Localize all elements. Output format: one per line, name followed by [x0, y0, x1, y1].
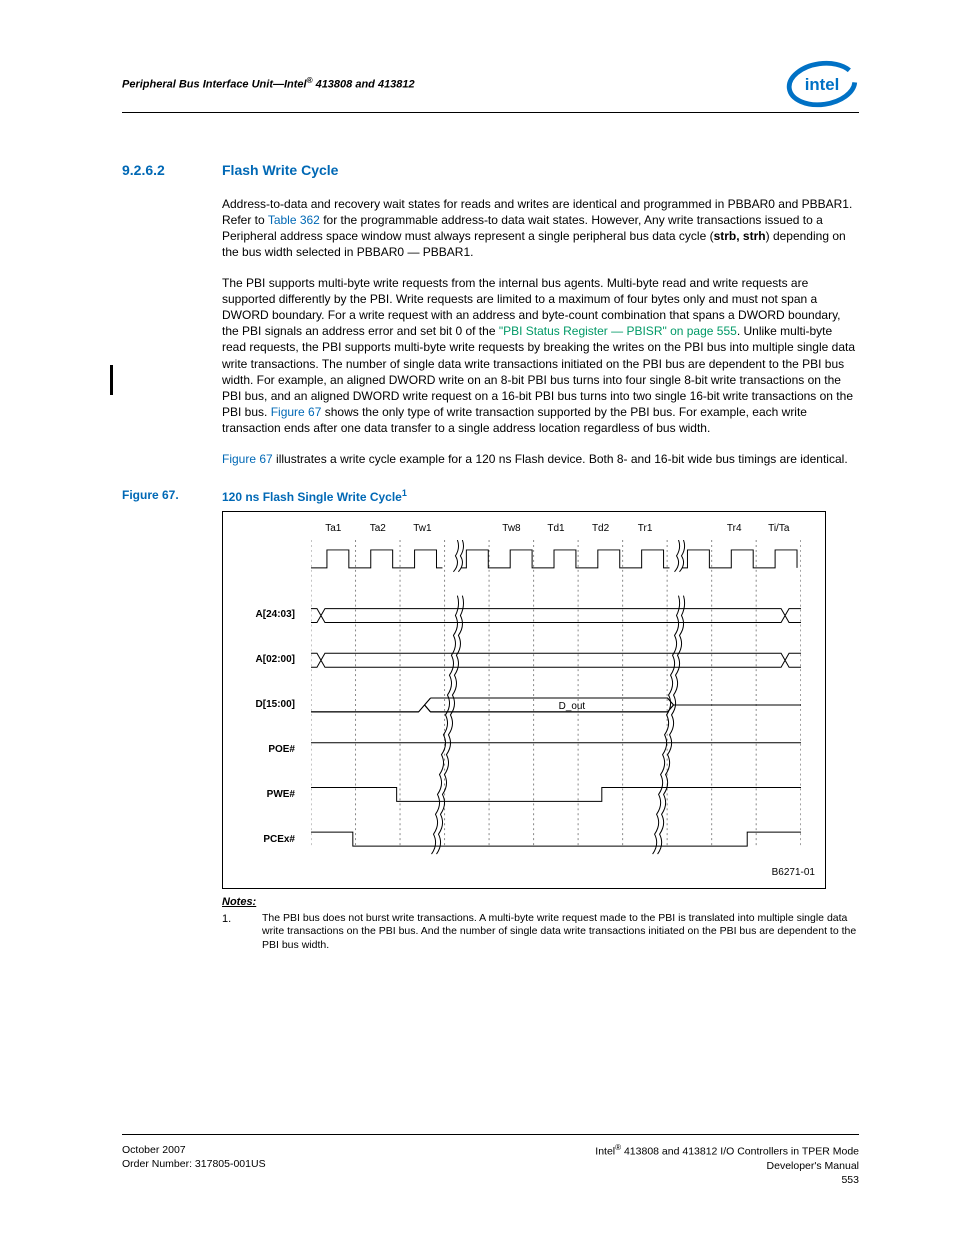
dout-label: D_out [559, 701, 586, 712]
footer-title: Intel® 413808 and 413812 I/O Controllers… [595, 1143, 859, 1159]
sig-a02-00: A[02:00] [256, 653, 295, 667]
footer-left: October 2007 Order Number: 317805-001US [122, 1143, 266, 1187]
sig-poe: POE# [268, 743, 295, 757]
footer-page-num: 553 [595, 1173, 859, 1187]
tcol: Tw8 [489, 522, 534, 536]
waveforms: D_out [311, 540, 801, 860]
sig-a24-03: A[24:03] [256, 608, 295, 622]
change-bar [110, 365, 113, 395]
paragraph-3: Figure 67 illustrates a write cycle exam… [222, 451, 859, 467]
body-column: Address-to-data and recovery wait states… [222, 196, 859, 467]
footer-date: October 2007 [122, 1143, 266, 1157]
footer-order: Order Number: 317805-001US [122, 1157, 266, 1171]
svg-text:intel: intel [805, 75, 840, 94]
link-figure-67-b[interactable]: Figure 67 [222, 452, 273, 466]
tcol: Tr4 [712, 522, 757, 536]
sig-d15-00: D[15:00] [256, 698, 295, 712]
tcol: Tw1 [400, 522, 445, 536]
note-1-text: The PBI bus does not burst write transac… [262, 912, 859, 953]
tcol [445, 522, 490, 536]
running-head-post: 413808 and 413812 [313, 78, 415, 90]
tcol: Ta1 [311, 522, 356, 536]
tcol: Ta2 [356, 522, 401, 536]
timing-diagram: Ta1 Ta2 Tw1 Tw8 Td1 Td2 Tr1 Tr4 Ti/Ta A[… [222, 511, 826, 889]
figure-label: Figure 67. [122, 487, 222, 505]
figure-body: Ta1 Ta2 Tw1 Tw8 Td1 Td2 Tr1 Tr4 Ti/Ta A[… [222, 511, 859, 889]
diagram-id: B6271-01 [772, 866, 815, 880]
note-1: 1. The PBI bus does not burst write tran… [222, 912, 859, 953]
intel-logo: intel [785, 60, 859, 108]
running-head-pre: Peripheral Bus Interface Unit—Intel [122, 78, 307, 90]
tcol: Td2 [578, 522, 623, 536]
header-rule [122, 112, 859, 113]
link-table-362[interactable]: Table 362 [268, 213, 320, 227]
tcol: Ti/Ta [756, 522, 801, 536]
link-figure-67-a[interactable]: Figure 67 [271, 405, 322, 419]
paragraph-1: Address-to-data and recovery wait states… [222, 196, 859, 261]
sig-pcex: PCEx# [263, 833, 295, 847]
figure-title: 120 ns Flash Single Write Cycle1 [222, 487, 407, 505]
strb-strh: strb, strh [714, 229, 766, 243]
figure-caption: Figure 67. 120 ns Flash Single Write Cyc… [122, 487, 859, 505]
footer-manual: Developer's Manual [595, 1159, 859, 1173]
sig-pwe: PWE# [267, 788, 295, 802]
signal-labels: A[24:03] A[02:00] D[15:00] POE# PWE# PCE… [223, 540, 301, 888]
section-title: Flash Write Cycle [222, 161, 338, 180]
footer-right: Intel® 413808 and 413812 I/O Controllers… [595, 1143, 859, 1187]
paragraph-2: The PBI supports multi-byte write reques… [222, 275, 859, 437]
link-pbisr[interactable]: "PBI Status Register — PBISR" on page 55… [499, 324, 737, 338]
note-1-num: 1. [222, 912, 262, 953]
running-head: Peripheral Bus Interface Unit—Intel® 413… [122, 76, 415, 93]
section-number: 9.2.6.2 [122, 161, 222, 180]
tcol: Td1 [534, 522, 579, 536]
figure-notes: Notes: 1. The PBI bus does not burst wri… [222, 895, 859, 953]
notes-heading: Notes: [222, 895, 859, 910]
tcol: Tr1 [623, 522, 668, 536]
page-header: Peripheral Bus Interface Unit—Intel® 413… [122, 60, 859, 112]
page-footer: October 2007 Order Number: 317805-001US … [122, 1134, 859, 1187]
timing-column-labels: Ta1 Ta2 Tw1 Tw8 Td1 Td2 Tr1 Tr4 Ti/Ta [311, 522, 801, 536]
tcol [667, 522, 712, 536]
section-heading: 9.2.6.2 Flash Write Cycle [122, 161, 859, 180]
